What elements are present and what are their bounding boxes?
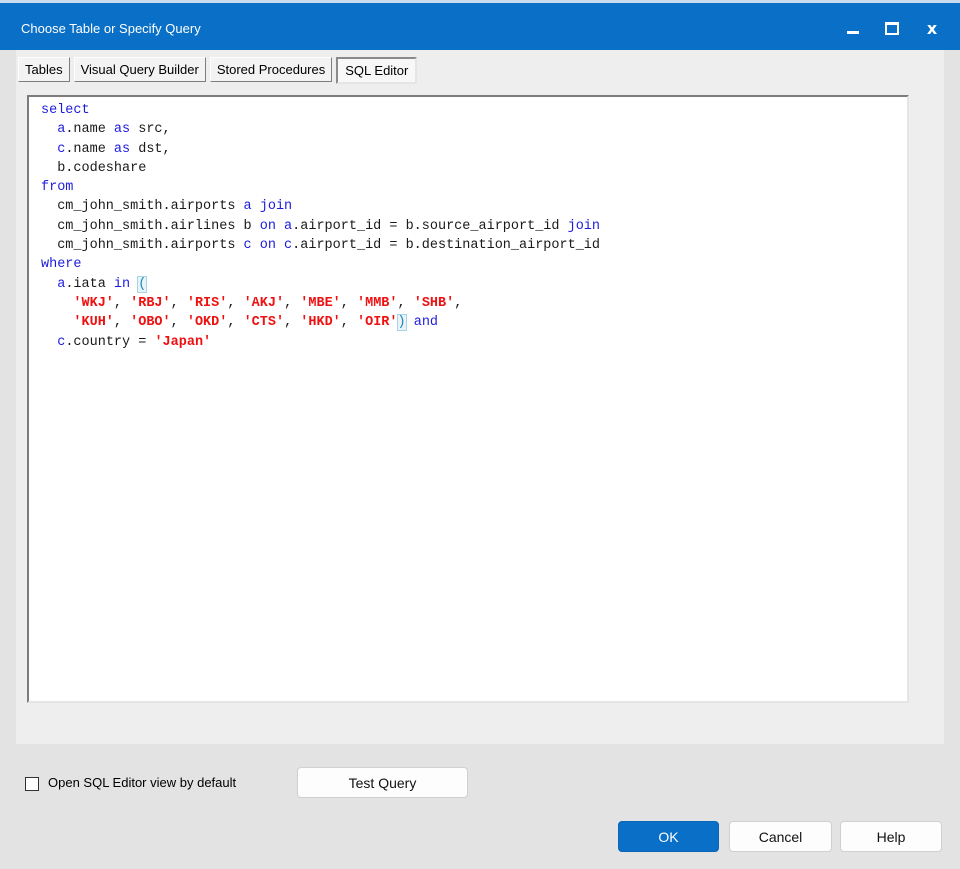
code-token: ,: [284, 295, 301, 311]
code-token: .airport_id = b.destination_airport_id: [292, 238, 601, 254]
code-token: cm_john_smith.airports: [41, 199, 244, 215]
code-token: ,: [227, 315, 244, 331]
keyword-token: select: [41, 103, 90, 118]
code-line: cm_john_smith.airports a join: [41, 197, 600, 216]
code-token: src,: [130, 122, 171, 138]
maximize-icon: [885, 21, 899, 35]
keyword-token: on a: [259, 218, 293, 234]
code-token: ,: [340, 295, 357, 311]
code-token: .name: [65, 141, 114, 157]
string-token: 'HKD': [300, 315, 341, 331]
bracket-token: ): [396, 314, 407, 332]
code-line: a.iata in (: [41, 275, 600, 294]
code-line: 'WKJ', 'RBJ', 'RIS', 'AKJ', 'MBE', 'MMB'…: [41, 294, 600, 313]
code-token: ,: [284, 315, 301, 331]
keyword-token: c on c: [243, 238, 293, 254]
bracket-token: (: [137, 275, 148, 293]
code-line: 'KUH', 'OBO', 'OKD', 'CTS', 'HKD', 'OIR'…: [41, 313, 600, 332]
minimize-button[interactable]: [833, 6, 873, 50]
keyword-token: as: [113, 141, 131, 157]
code-token: ,: [170, 315, 187, 331]
string-token: 'OBO': [130, 315, 171, 331]
maximize-button[interactable]: [872, 6, 912, 50]
code-line: a.name as src,: [41, 120, 600, 139]
code-line: cm_john_smith.airlines b on a.airport_id…: [41, 217, 600, 236]
string-token: 'RIS': [186, 295, 228, 311]
window-title: Choose Table or Specify Query: [21, 21, 201, 36]
tab-sql-editor[interactable]: SQL Editor: [336, 57, 418, 84]
ok-button[interactable]: OK: [618, 821, 719, 852]
title-bar: Choose Table or Specify Query x: [0, 0, 960, 50]
test-query-button[interactable]: Test Query: [297, 767, 468, 798]
code-token: ,: [113, 295, 131, 311]
keyword-token: join: [567, 218, 601, 234]
code-token: .airport_id = b.source_airport_id: [292, 218, 568, 234]
sql-code[interactable]: select a.name as src, c.name as dst, b.c…: [41, 101, 600, 352]
sql-editor[interactable]: select a.name as src, c.name as dst, b.c…: [27, 95, 909, 703]
code-token: ,: [397, 295, 414, 311]
keyword-token: as: [113, 122, 131, 138]
keyword-token: where: [41, 257, 82, 273]
code-line: c.country = 'Japan': [41, 333, 600, 352]
code-token: .country =: [65, 334, 155, 350]
string-token: 'RBJ': [130, 295, 171, 311]
close-icon: x: [926, 18, 938, 38]
string-token: 'WKJ': [73, 295, 114, 311]
open-sql-editor-default-checkbox[interactable]: [25, 777, 39, 791]
help-button[interactable]: Help: [840, 821, 942, 852]
string-token: 'SHB': [413, 295, 455, 311]
string-token: 'AKJ': [243, 295, 285, 311]
keyword-token: in: [113, 276, 131, 292]
code-line: c.name as dst,: [41, 140, 600, 159]
cancel-button[interactable]: Cancel: [729, 821, 832, 852]
string-token: 'KUH': [73, 315, 114, 331]
string-token: 'MBE': [300, 295, 341, 311]
keyword-token: from: [41, 180, 74, 196]
code-token: dst,: [130, 141, 171, 157]
string-token: 'OKD': [186, 315, 228, 331]
code-token: .iata: [65, 276, 114, 292]
keyword-token: a join: [243, 199, 293, 215]
code-token: b.codeshare: [41, 160, 147, 176]
code-line: from: [41, 178, 600, 197]
code-token: .name: [65, 122, 114, 138]
tab-visual-query-builder[interactable]: Visual Query Builder: [73, 57, 206, 82]
code-token: ,: [454, 295, 463, 311]
code-token: ,: [113, 315, 131, 331]
code-token: ,: [227, 295, 244, 311]
code-token: cm_john_smith.airports: [41, 238, 244, 254]
code-line: where: [41, 255, 600, 274]
code-line: b.codeshare: [41, 159, 600, 178]
code-line: cm_john_smith.airports c on c.airport_id…: [41, 236, 600, 255]
close-button[interactable]: x: [912, 6, 952, 50]
code-line: select: [41, 101, 600, 120]
tab-bar: Tables Visual Query Builder Stored Proce…: [18, 57, 418, 85]
string-token: 'Japan': [154, 334, 212, 350]
tab-tables[interactable]: Tables: [18, 57, 70, 82]
code-token: ,: [340, 315, 357, 331]
tab-stored-procedures[interactable]: Stored Procedures: [209, 57, 333, 82]
string-token: 'MMB': [357, 295, 398, 311]
code-token: ,: [170, 295, 187, 311]
keyword-token: and: [413, 315, 439, 331]
code-token: cm_john_smith.airlines b: [41, 218, 260, 234]
string-token: 'CTS': [243, 315, 285, 331]
open-sql-editor-default-label[interactable]: Open SQL Editor view by default: [48, 775, 236, 790]
string-token: 'OIR': [357, 315, 398, 331]
minimize-icon: [847, 30, 859, 34]
